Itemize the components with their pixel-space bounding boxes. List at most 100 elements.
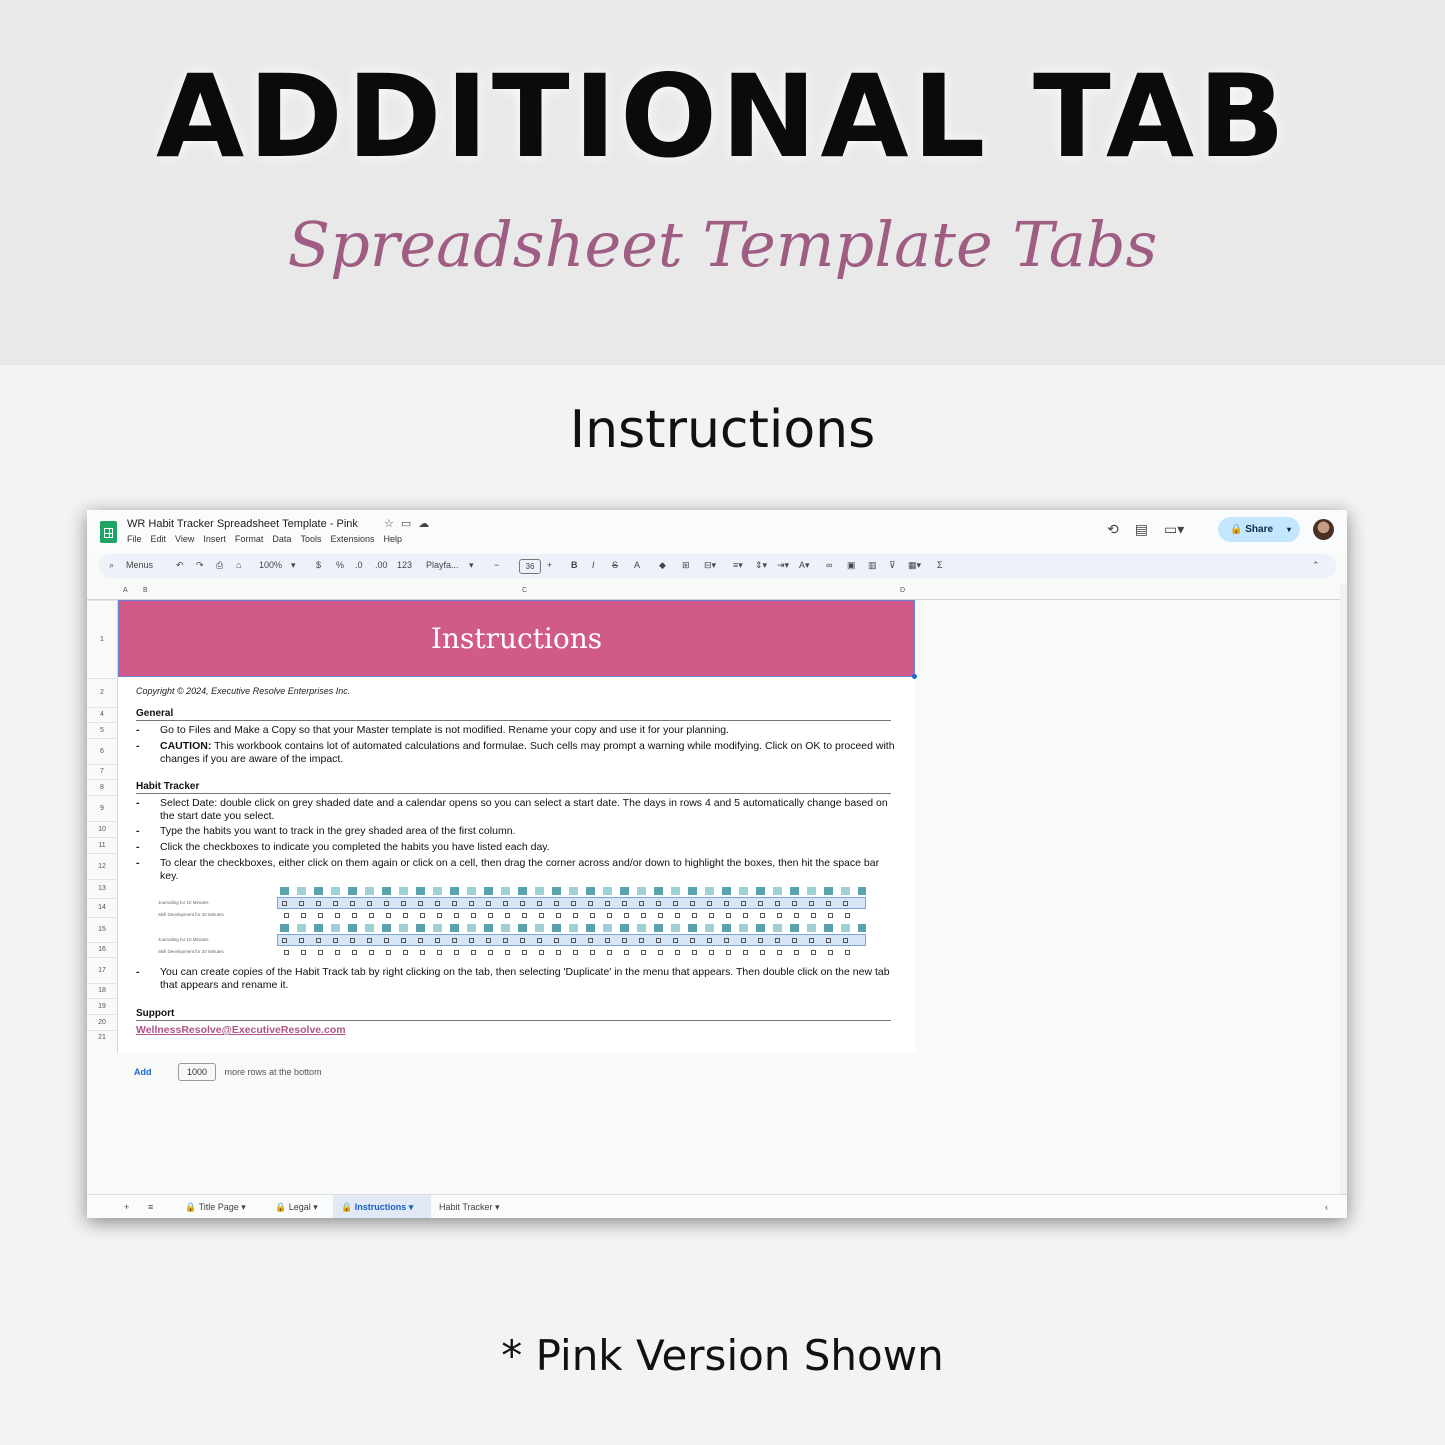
menu-tools[interactable]: Tools (300, 534, 321, 544)
menu-help[interactable]: Help (383, 534, 402, 544)
avatar[interactable] (1313, 519, 1334, 540)
row-header[interactable]: 2 (87, 678, 117, 707)
font-caret-icon[interactable]: ▾ (469, 560, 474, 571)
functions-icon[interactable]: Σ (937, 560, 943, 570)
zoom-select[interactable]: 100% (259, 560, 282, 570)
share-dropdown-icon[interactable]: ▾ (1287, 517, 1291, 542)
insert-comment-icon[interactable]: ▣ (847, 560, 856, 571)
font-size-decrease-icon[interactable]: − (494, 560, 499, 570)
preview-checkbox (401, 901, 406, 906)
comments-icon[interactable]: ▤ (1135, 521, 1148, 538)
text-color-icon[interactable]: A (634, 560, 640, 570)
meet-icon[interactable]: ▭▾ (1164, 521, 1184, 538)
row-header[interactable]: 20 (87, 1014, 117, 1030)
menu-insert[interactable]: Insert (203, 534, 226, 544)
tab-habit-tracker[interactable]: Habit Tracker ▾ (439, 1202, 500, 1213)
row-header[interactable]: 4 (87, 707, 117, 722)
menu-format[interactable]: Format (235, 534, 264, 544)
sheets-logo-icon[interactable] (100, 521, 117, 543)
row-header[interactable]: 15 (87, 917, 117, 942)
preview-checkbox (743, 913, 748, 918)
collapse-tabs-icon[interactable]: ‹ (1325, 1202, 1328, 1212)
text-wrap-icon[interactable]: ⇥▾ (777, 560, 789, 571)
italic-icon[interactable]: I (592, 560, 595, 570)
row-header[interactable]: 18 (87, 983, 117, 998)
row-header[interactable]: 5 (87, 722, 117, 738)
preview-checkbox (420, 950, 425, 955)
preview-checkbox (777, 950, 782, 955)
row-header[interactable]: 19 (87, 998, 117, 1014)
preview-checkbox (435, 938, 440, 943)
all-sheets-icon[interactable]: ≡ (148, 1202, 153, 1212)
redo-icon[interactable]: ↷ (196, 560, 204, 571)
instructions-banner-cell[interactable]: Instructions (118, 600, 915, 677)
decrease-decimal[interactable]: .0 (355, 560, 363, 570)
filter-icon[interactable]: ⊽ (889, 560, 896, 571)
text-rotation-icon[interactable]: A▾ (799, 560, 810, 571)
row-header[interactable]: 13 (87, 879, 117, 898)
row-header[interactable]: 9 (87, 795, 117, 821)
percent-format[interactable]: % (336, 560, 344, 570)
selection-handle[interactable] (912, 674, 917, 679)
row-header[interactable]: 10 (87, 821, 117, 837)
font-size-increase-icon[interactable]: + (547, 560, 552, 570)
column-header-b[interactable]: B (143, 587, 148, 594)
search-icon[interactable]: ⌕ (109, 560, 114, 571)
row-header[interactable]: 14 (87, 898, 117, 917)
add-rows-count-input[interactable]: 1000 (178, 1063, 217, 1081)
fill-color-icon[interactable]: ◆ (659, 560, 666, 571)
share-button[interactable]: 🔒 Share ▾ (1218, 517, 1300, 542)
row-header[interactable]: 11 (87, 837, 117, 853)
bold-icon[interactable]: B (571, 560, 578, 570)
print-icon[interactable]: ⎙ (216, 560, 223, 571)
row-header[interactable]: 12 (87, 853, 117, 879)
menus-search[interactable]: Menus (126, 560, 153, 570)
add-rows-button[interactable]: Add (134, 1067, 152, 1077)
font-select[interactable]: Playfa... (426, 560, 459, 570)
preview-checkbox (539, 950, 544, 955)
align-vertical-icon[interactable]: ⇕▾ (755, 560, 767, 571)
support-email-link[interactable]: WellnessResolve@ExecutiveResolve.com (136, 1024, 346, 1036)
currency-format[interactable]: $ (316, 560, 321, 570)
menu-data[interactable]: Data (272, 534, 291, 544)
row-header[interactable]: 17 (87, 957, 117, 983)
strikethrough-icon[interactable]: S (612, 560, 618, 570)
tab-title-page[interactable]: 🔒 Title Page ▾ (185, 1202, 246, 1213)
cloud-status-icon[interactable]: ☁ (418, 518, 436, 530)
tab-legal[interactable]: 🔒 Legal ▾ (275, 1202, 318, 1213)
filter-views-icon[interactable]: ▦▾ (908, 560, 921, 571)
collapse-toolbar-icon[interactable]: ⌃ (1312, 560, 1320, 571)
menu-extensions[interactable]: Extensions (330, 534, 374, 544)
document-title[interactable]: WR Habit Tracker Spreadsheet Template - … (127, 518, 358, 530)
column-header-c[interactable]: C (522, 587, 527, 594)
insert-chart-icon[interactable]: ▥ (868, 560, 877, 571)
add-sheet-icon[interactable]: + (124, 1202, 129, 1212)
increase-decimal[interactable]: .00 (375, 560, 388, 570)
merge-cells-icon[interactable]: ⊟▾ (704, 560, 716, 571)
preview-checkbox (520, 938, 525, 943)
tab-instructions[interactable]: 🔒 Instructions ▾ (333, 1195, 431, 1218)
vertical-scrollbar[interactable] (1340, 584, 1347, 1194)
zoom-caret-icon[interactable]: ▾ (291, 560, 296, 571)
row-header[interactable]: 7 (87, 764, 117, 779)
column-header-d[interactable]: D (900, 587, 905, 594)
align-horizontal-icon[interactable]: ≡▾ (733, 560, 743, 571)
paint-format-icon[interactable]: ⌂ (236, 560, 241, 570)
column-header-a[interactable]: A (123, 587, 128, 594)
star-icon[interactable]: ☆ (384, 518, 401, 530)
menu-file[interactable]: File (127, 534, 142, 544)
row-header[interactable]: 8 (87, 779, 117, 795)
number-format[interactable]: 123 (397, 560, 412, 570)
font-size-input[interactable]: 36 (519, 559, 541, 574)
undo-icon[interactable]: ↶ (176, 560, 184, 571)
insert-link-icon[interactable]: ∞ (826, 560, 832, 570)
menu-view[interactable]: View (175, 534, 194, 544)
borders-icon[interactable]: ⊞ (682, 560, 690, 571)
row-header[interactable]: 16 (87, 942, 117, 957)
row-header[interactable]: 21 (87, 1030, 117, 1045)
menu-edit[interactable]: Edit (151, 534, 167, 544)
version-history-icon[interactable]: ⟲ (1107, 521, 1119, 538)
row-header[interactable]: 1 (87, 600, 117, 678)
row-header[interactable]: 6 (87, 738, 117, 764)
move-folder-icon[interactable]: ▭ (401, 518, 418, 530)
